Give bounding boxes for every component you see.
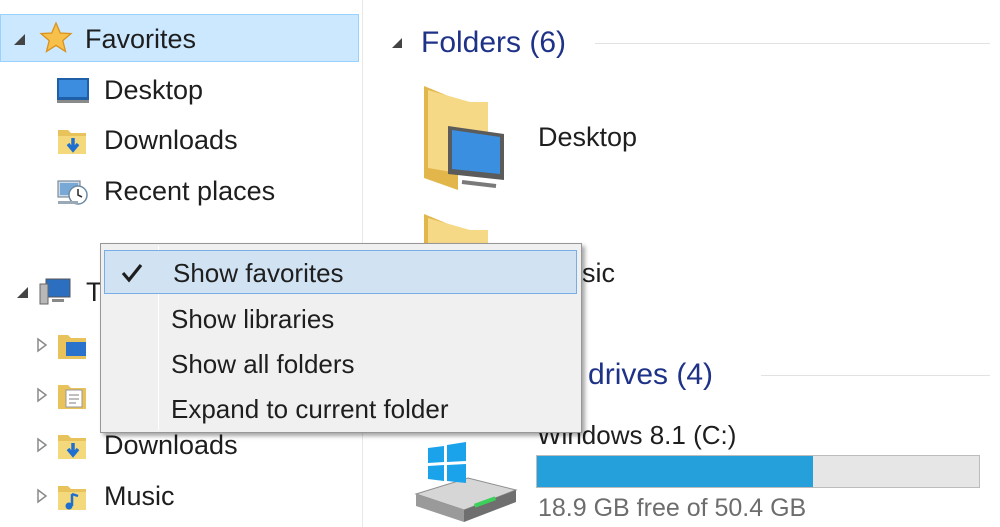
nav-item-music[interactable]: Music — [0, 472, 362, 520]
star-icon — [39, 21, 73, 53]
nav-item-favorites[interactable]: Favorites — [0, 14, 359, 62]
menu-item-label: Show libraries — [171, 304, 335, 334]
nav-item-recent-places[interactable]: Recent places — [0, 167, 362, 215]
downloads-folder-icon — [58, 130, 86, 154]
context-menu: Show favorites Show libraries Show all f… — [100, 243, 582, 433]
windows-drive-icon — [414, 442, 518, 522]
folder-label: Desktop — [538, 122, 638, 152]
nav-item-label: Recent places — [104, 176, 276, 206]
menu-item-expand-to-current-folder[interactable]: Expand to current folder — [103, 387, 579, 431]
nav-item-downloads[interactable]: Downloads — [0, 116, 362, 164]
expanded-arrow-icon[interactable] — [11, 31, 27, 47]
nav-item-label: Downloads — [104, 125, 238, 155]
nav-item-desktop[interactable]: Desktop — [0, 66, 362, 114]
collapsed-arrow-icon[interactable] — [34, 437, 50, 453]
checkmark-icon — [121, 264, 143, 283]
collapsed-arrow-icon[interactable] — [34, 387, 50, 403]
collapsed-arrow-icon[interactable] — [34, 337, 50, 353]
nav-item-label: Music — [104, 481, 175, 511]
folder-label: sic — [582, 258, 615, 288]
drive-usage-fill — [537, 456, 814, 487]
group-header-folders[interactable]: Folders (6) — [385, 19, 995, 67]
downloads-folder-icon — [58, 435, 86, 459]
desktop-icon — [57, 78, 89, 103]
menu-item-label: Show all folders — [171, 349, 355, 379]
documents-folder-icon — [58, 385, 86, 409]
menu-item-label: Expand to current folder — [171, 394, 449, 424]
desktop-folder-icon — [424, 86, 504, 190]
expanded-arrow-icon[interactable] — [14, 284, 30, 300]
collapsed-arrow-icon[interactable] — [34, 488, 50, 504]
menu-item-show-libraries[interactable]: Show libraries — [103, 297, 579, 341]
desktop-folder-icon — [58, 335, 86, 359]
group-divider — [761, 375, 990, 376]
group-header-title: Folders (6) — [421, 26, 567, 59]
this-pc-icon — [39, 278, 71, 305]
collapse-arrow-icon[interactable] — [390, 36, 404, 50]
group-divider — [595, 43, 990, 44]
drive-usage-bar — [536, 455, 980, 488]
group-header-title: d drives (4) — [563, 358, 714, 391]
nav-item-label: Desktop — [104, 75, 204, 105]
music-folder-icon — [58, 486, 86, 510]
menu-item-label: Show favorites — [173, 258, 344, 288]
folder-tile-desktop[interactable]: Desktop — [410, 82, 650, 198]
menu-item-show-favorites[interactable]: Show favorites — [104, 250, 577, 294]
nav-item-label: Favorites — [85, 24, 197, 54]
menu-item-show-all-folders[interactable]: Show all folders — [103, 342, 579, 386]
drive-free-space: 18.9 GB free of 50.4 GB — [538, 494, 807, 522]
recent-places-icon — [57, 180, 88, 205]
